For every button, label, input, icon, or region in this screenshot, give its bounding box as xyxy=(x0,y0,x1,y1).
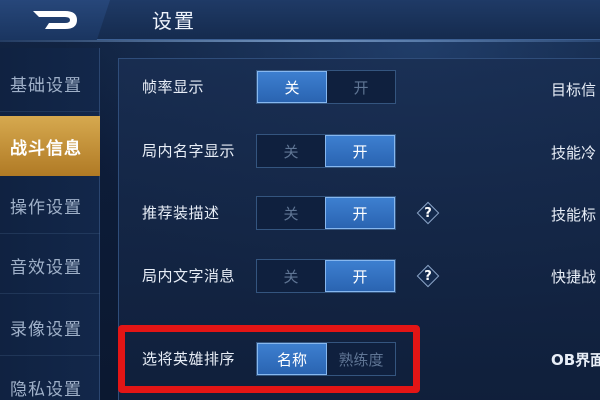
item-desc-off-option[interactable]: 关 xyxy=(257,197,325,229)
right-item-quick-battle[interactable]: 快捷战 xyxy=(551,262,596,292)
text-message-on-option[interactable]: 开 xyxy=(325,260,395,292)
name-display-toggle: 关 开 xyxy=(256,134,396,168)
item-desc-help-icon[interactable]: ? xyxy=(416,201,440,225)
sidebar-item-battle-info[interactable]: 战斗信息 xyxy=(0,116,100,176)
name-display-on-option[interactable]: 开 xyxy=(325,135,395,167)
text-message-toggle: 关 开 xyxy=(256,259,396,293)
sidebar: 基础设置 战斗信息 操作设置 音效设置 录像设置 隐私设置 xyxy=(0,48,100,400)
frame-rate-off-option[interactable]: 关 xyxy=(257,71,327,103)
frame-rate-on-option[interactable]: 开 xyxy=(327,71,395,103)
item-desc-label: 推荐装描述 xyxy=(142,204,220,222)
highlight-box xyxy=(118,325,420,393)
sidebar-item-privacy[interactable]: 隐私设置 xyxy=(0,360,100,400)
text-message-off-option[interactable]: 关 xyxy=(257,260,325,292)
back-arrow-icon xyxy=(33,11,77,29)
right-item-ob-interface[interactable]: OB界面 xyxy=(551,345,600,375)
frame-rate-toggle: 关 开 xyxy=(256,70,396,104)
text-message-help-icon[interactable]: ? xyxy=(416,264,440,288)
text-message-label: 局内文字消息 xyxy=(142,267,236,285)
name-display-off-option[interactable]: 关 xyxy=(257,135,325,167)
sidebar-item-sound[interactable]: 音效设置 xyxy=(0,238,100,294)
item-desc-on-option[interactable]: 开 xyxy=(325,197,395,229)
item-desc-toggle: 关 开 xyxy=(256,196,396,230)
right-item-target-info[interactable]: 目标信 xyxy=(551,75,596,105)
header-bar: 设置 xyxy=(0,0,600,42)
name-display-label: 局内名字显示 xyxy=(142,142,236,160)
page-title: 设置 xyxy=(152,9,196,33)
back-button[interactable] xyxy=(0,0,110,40)
right-item-skill-cooldown[interactable]: 技能冷 xyxy=(551,138,596,168)
right-item-skill-marker[interactable]: 技能标 xyxy=(551,200,596,230)
frame-rate-label: 帧率显示 xyxy=(142,78,205,96)
sidebar-item-controls[interactable]: 操作设置 xyxy=(0,178,100,234)
sidebar-item-replay[interactable]: 录像设置 xyxy=(0,300,100,356)
sidebar-item-basic[interactable]: 基础设置 xyxy=(0,56,100,112)
